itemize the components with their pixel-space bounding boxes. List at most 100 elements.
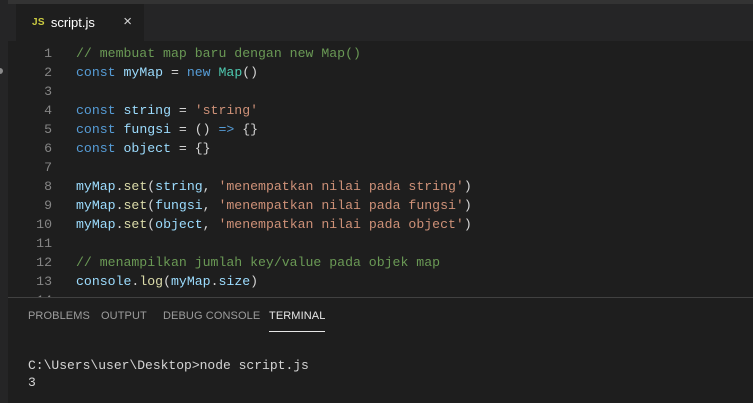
code-line[interactable]: 9 myMap.set(fungsi, 'menempatkan nilai pa… — [8, 196, 753, 215]
code-token: // menampilkan jumlah key/value pada obj… — [76, 255, 441, 270]
line-number: 9 — [44, 198, 52, 213]
code-token: myMap — [76, 179, 116, 194]
code-token: = — [170, 103, 195, 118]
code-line[interactable]: 12 // menampilkan jumlah key/value pada o… — [8, 253, 753, 272]
tab-output[interactable]: OUTPUT — [101, 309, 147, 331]
code-line[interactable]: 7 — [8, 158, 753, 177]
tab-problems[interactable]: PROBLEMS — [28, 309, 90, 331]
code-token: const — [76, 103, 116, 118]
code-token: ) — [250, 274, 259, 289]
code-line[interactable]: 10 myMap.set(object, 'menempatkan nilai p… — [8, 215, 753, 234]
code-token: new — [186, 65, 211, 80]
line-number: 12 — [36, 255, 52, 270]
code-token: set — [123, 217, 148, 232]
activity-bar-edge — [0, 0, 8, 403]
line-number: 4 — [44, 103, 52, 118]
code-token: => — [218, 122, 235, 137]
code-token: const — [76, 65, 116, 80]
line-number: 8 — [44, 179, 52, 194]
line-number: 5 — [44, 122, 52, 137]
status-dot — [0, 68, 3, 74]
line-number: 1 — [44, 46, 52, 61]
code-token: string — [123, 103, 171, 118]
code-token: const — [76, 122, 116, 137]
code-token: string — [155, 179, 203, 194]
code-line[interactable]: 8 myMap.set(string, 'menempatkan nilai pa… — [8, 177, 753, 196]
code-text: myMap.set(object, 'menempatkan nilai pad… — [76, 215, 472, 234]
code-token: ( — [147, 179, 156, 194]
code-token: size — [218, 274, 251, 289]
code-token: . — [115, 179, 124, 194]
code-token: () — [242, 65, 259, 80]
code-token: , — [202, 198, 219, 213]
code-line[interactable]: 5 const fungsi = () => {} — [8, 120, 753, 139]
code-text: const myMap = new Map() — [76, 63, 258, 82]
code-token: . — [115, 217, 124, 232]
code-token: , — [202, 179, 219, 194]
code-token: . — [115, 198, 124, 213]
line-number: 7 — [44, 160, 52, 175]
editor-tab-bar: JS script.js × — [8, 0, 753, 41]
code-token: object — [123, 141, 171, 156]
code-text: console.log(myMap.size) — [76, 272, 258, 291]
code-token: . — [210, 274, 219, 289]
terminal-output-line: 3 — [28, 375, 36, 390]
line-number: 2 — [44, 65, 52, 80]
code-text: myMap.set(string, 'menempatkan nilai pad… — [76, 177, 472, 196]
line-number: 10 — [36, 217, 52, 232]
terminal-command-line: C:\Users\user\Desktop>node script.js — [28, 358, 309, 373]
code-token: ) — [463, 217, 472, 232]
code-line[interactable]: 11 — [8, 234, 753, 253]
tab-terminal[interactable]: TERMINAL — [269, 309, 326, 332]
code-line[interactable]: 4 const string = 'string' — [8, 101, 753, 120]
code-token: = () — [170, 122, 219, 137]
code-token: 'menempatkan nilai pada string' — [218, 179, 464, 194]
code-token: const — [76, 141, 116, 156]
code-token: object — [155, 217, 203, 232]
code-line[interactable]: 6 const object = {} — [8, 139, 753, 158]
code-token: {} — [234, 122, 259, 137]
code-text: // membuat map baru dengan new Map() — [76, 44, 361, 63]
code-token: 'string' — [194, 103, 259, 118]
code-token: ) — [463, 198, 472, 213]
code-token: ( — [147, 217, 156, 232]
code-token: set — [123, 198, 148, 213]
code-token: = {} — [170, 141, 211, 156]
code-token: , — [202, 217, 219, 232]
line-number: 13 — [36, 274, 52, 289]
tab-script-js[interactable]: JS script.js × — [16, 4, 144, 41]
code-text: const object = {} — [76, 139, 211, 158]
code-token: myMap — [76, 217, 116, 232]
code-token: = — [163, 65, 187, 80]
line-number: 3 — [44, 84, 52, 99]
code-token: ( — [163, 274, 171, 289]
javascript-file-icon: JS — [32, 17, 45, 28]
code-line[interactable]: 13 console.log(myMap.size) — [8, 272, 753, 291]
code-line[interactable]: 3 — [8, 82, 753, 101]
code-text: const string = 'string' — [76, 101, 258, 120]
code-line[interactable]: 1 // membuat map baru dengan new Map() — [8, 44, 753, 63]
tab-debug-console[interactable]: DEBUG CONSOLE — [163, 309, 260, 331]
code-token: myMap — [123, 65, 164, 80]
bottom-panel: PROBLEMS OUTPUT DEBUG CONSOLE TERMINAL C… — [8, 297, 753, 403]
code-editor[interactable]: 1 // membuat map baru dengan new Map() 2 co… — [8, 41, 753, 297]
code-text: const fungsi = () => {} — [76, 120, 258, 139]
line-number: 6 — [44, 141, 52, 156]
close-icon[interactable]: × — [123, 13, 132, 31]
code-token: fungsi — [155, 198, 203, 213]
code-token: myMap — [76, 198, 116, 213]
code-token: log — [139, 274, 164, 289]
code-token: ) — [463, 179, 472, 194]
code-token: Map — [218, 65, 243, 80]
code-token: set — [123, 179, 148, 194]
code-token: // membuat map baru dengan new Map() — [76, 46, 361, 61]
code-token: myMap — [171, 274, 211, 289]
code-token: console — [76, 274, 132, 289]
code-token: 'menempatkan nilai pada object' — [218, 217, 464, 232]
code-token: ( — [147, 198, 156, 213]
code-line[interactable]: 2 const myMap = new Map() — [8, 63, 753, 82]
